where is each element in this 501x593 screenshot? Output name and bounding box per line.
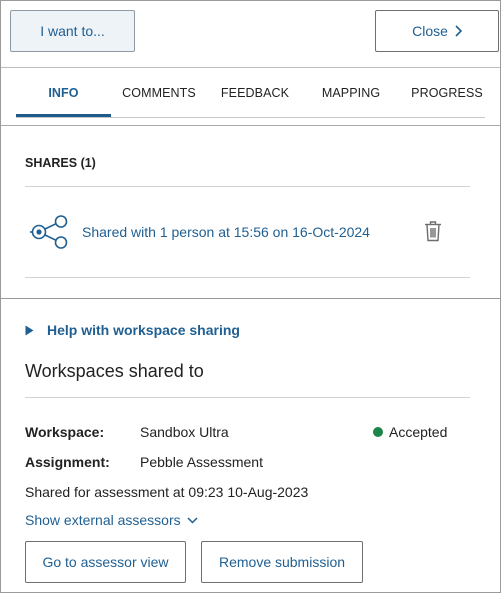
i-want-to-label: I want to... <box>40 23 105 39</box>
trash-icon[interactable] <box>424 220 442 242</box>
panel-frame: I want to... Close INFO COMMENTS FEEDBAC… <box>0 0 501 593</box>
shared-for-text: Shared for assessment at 09:23 10-Aug-20… <box>25 484 309 500</box>
shares-heading: SHARES (1) <box>25 156 96 170</box>
chevron-right-icon <box>455 25 462 37</box>
triangle-right-icon <box>25 325 34 335</box>
share-network-icon <box>30 215 68 249</box>
go-to-assessor-view-button[interactable]: Go to assessor view <box>25 541 186 583</box>
status-badge: Accepted <box>373 424 447 440</box>
assignment-row: Assignment: Pebble Assessment <box>25 454 355 472</box>
section-divider <box>1 298 500 299</box>
tab-label: PROGRESS <box>411 86 483 100</box>
top-bar: I want to... Close <box>1 1 500 67</box>
assignment-label: Assignment: <box>25 454 110 470</box>
tab-label: COMMENTS <box>122 86 196 100</box>
workspace-row: Workspace: Sandbox Ultra <box>25 424 355 442</box>
shares-divider <box>25 186 470 187</box>
status-dot-icon <box>373 427 383 437</box>
tab-info[interactable]: INFO <box>16 68 111 118</box>
assignment-value: Pebble Assessment <box>140 454 263 470</box>
tabs-divider <box>16 117 485 118</box>
tab-feedback[interactable]: FEEDBACK <box>207 68 303 118</box>
i-want-to-button[interactable]: I want to... <box>10 10 135 52</box>
tab-mapping[interactable]: MAPPING <box>303 68 399 118</box>
chevron-down-icon <box>187 516 198 524</box>
panel-divider <box>1 125 500 126</box>
tab-comments[interactable]: COMMENTS <box>111 68 207 118</box>
remove-submission-button[interactable]: Remove submission <box>201 541 363 583</box>
workspaces-divider <box>25 397 470 398</box>
show-external-assessors-link[interactable]: Show external assessors <box>25 512 198 528</box>
tab-progress[interactable]: PROGRESS <box>399 68 495 118</box>
tab-label: FEEDBACK <box>220 86 290 100</box>
tab-label: MAPPING <box>321 86 381 100</box>
share-item: Shared with 1 person at 15:56 on 16-Oct-… <box>29 215 449 249</box>
workspace-value: Sandbox Ultra <box>140 424 229 440</box>
assessor-button-label: Go to assessor view <box>42 554 169 570</box>
tab-label: INFO <box>48 86 79 100</box>
external-assessors-label: Show external assessors <box>25 512 181 528</box>
help-toggle[interactable]: Help with workspace sharing <box>25 321 240 339</box>
shares-bottom-divider <box>25 277 470 278</box>
help-label: Help with workspace sharing <box>47 322 240 338</box>
share-link[interactable]: Shared with 1 person at 15:56 on 16-Oct-… <box>82 224 370 240</box>
tab-bar: INFO COMMENTS FEEDBACK MAPPING PROGRESS <box>1 68 500 118</box>
workspaces-heading: Workspaces shared to <box>25 361 204 381</box>
workspace-label: Workspace: <box>25 424 105 440</box>
close-label: Close <box>412 23 448 39</box>
close-button[interactable]: Close <box>375 10 499 52</box>
remove-button-label: Remove submission <box>218 554 346 570</box>
status-text: Accepted <box>389 424 448 440</box>
